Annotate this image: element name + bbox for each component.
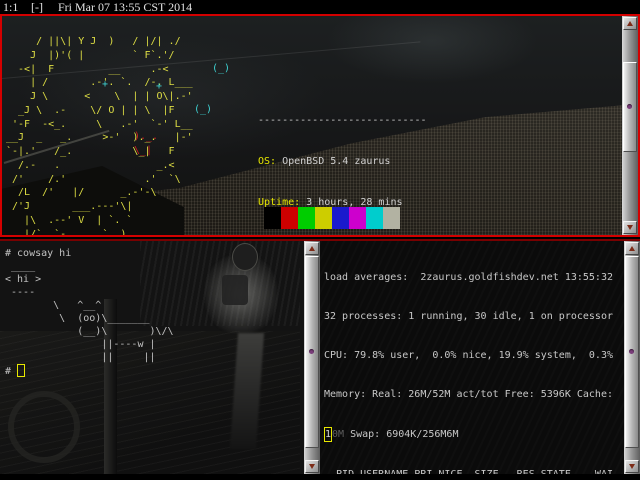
- system-info-line: OS: OpenBSD 5.4 zaurus: [258, 155, 601, 169]
- top-status-line: Memory: Real: 26M/52M act/tot Free: 5396…: [324, 389, 613, 400]
- pager-indicator[interactable]: 1:1: [3, 0, 18, 14]
- bubble-accent: (_): [212, 63, 231, 74]
- color-swatch: [366, 207, 383, 229]
- sparkle-accent: +: [102, 79, 109, 90]
- arrow-down-icon: [629, 464, 635, 469]
- scrollbar[interactable]: [304, 241, 320, 474]
- iconify-button[interactable]: [-]: [31, 0, 43, 14]
- prompt-text: #: [5, 366, 18, 377]
- figure-shirt-print-decor: [222, 275, 248, 305]
- dim-text: 0M: [332, 429, 345, 440]
- top-status-line: load averages: 2zaurus.goldfishdev.net 1…: [324, 272, 613, 283]
- machinery-decor: [8, 391, 80, 463]
- scrollbar-thumb[interactable]: [305, 256, 319, 448]
- color-swatch: [332, 207, 349, 229]
- info-divider: ----------------------------: [258, 114, 427, 126]
- info-label: OS:: [258, 155, 277, 167]
- top-output: load averages: 2zaurus.goldfishdev.net 1…: [324, 245, 613, 474]
- top-status-line: 32 processes: 1 running, 30 idle, 1 on p…: [324, 311, 613, 322]
- info-value: OpenBSD 5.4 zaurus: [276, 155, 391, 167]
- swap-text: Swap: 6904K/256M6M: [344, 429, 459, 440]
- top-status-line: 10M Swap: 6904K/256M6M: [324, 427, 613, 442]
- terminal-cursor: 1: [324, 427, 333, 442]
- color-swatch: [298, 207, 315, 229]
- terminal-color-palette: [264, 207, 400, 229]
- figure-head-decor: [232, 243, 258, 271]
- screenfetch-terminal-window[interactable]: / ||\| Y J ) / |/| ./ J |)'( | ` F`.'/ -…: [0, 14, 640, 237]
- scrollbar[interactable]: [624, 241, 640, 474]
- cowsay-terminal-window[interactable]: # cowsay hi ____ < hi > ---- \ ^__^ \ (o…: [0, 239, 320, 474]
- top-terminal-window[interactable]: load averages: 2zaurus.goldfishdev.net 1…: [320, 239, 640, 474]
- scrollbar-thumb[interactable]: [625, 256, 639, 448]
- arrow-down-icon: [309, 464, 315, 469]
- arrow-up-icon: [629, 246, 635, 251]
- bubble-accent: (_): [194, 104, 213, 115]
- terminal-cursor: [17, 364, 26, 377]
- scroll-down-button[interactable]: [625, 460, 639, 473]
- scrollbar-thumb[interactable]: [623, 62, 637, 152]
- color-swatch: [281, 207, 298, 229]
- arrow-down-icon: [627, 225, 633, 230]
- cowsay-output: # cowsay hi ____ < hi > ---- \ ^__^ \ (o…: [5, 248, 174, 363]
- taskbar: 1:1 [-] Fri Mar 07 13:55 CST 2014: [0, 0, 640, 14]
- scroll-up-button[interactable]: [305, 242, 319, 255]
- scroll-up-button[interactable]: [623, 17, 637, 30]
- openbsd-puffy-ascii-art: / ||\| Y J ) / |/| ./ J |)'( | ` F`.'/ -…: [6, 36, 193, 237]
- color-swatch: [315, 207, 332, 229]
- arrow-up-icon: [309, 246, 315, 251]
- scroll-down-button[interactable]: [623, 221, 637, 234]
- scroll-up-button[interactable]: [625, 242, 639, 255]
- sparkle-accent: +: [156, 81, 163, 92]
- red-art-accent: \_|: [134, 145, 153, 156]
- shell-prompt: #: [5, 364, 26, 378]
- red-art-accent: )._.: [134, 131, 159, 142]
- color-swatch: [349, 207, 366, 229]
- scrollbar[interactable]: [622, 16, 638, 235]
- arrow-up-icon: [627, 21, 633, 26]
- scroll-down-button[interactable]: [305, 460, 319, 473]
- color-swatch: [383, 207, 400, 229]
- color-swatch: [264, 207, 281, 229]
- process-table-header: PID USERNAME PRI NICE SIZE RES STATE WAI: [324, 468, 613, 474]
- clock: Fri Mar 07 13:55 CST 2014: [58, 0, 193, 14]
- desktop: 1:1 [-] Fri Mar 07 13:55 CST 2014 / ||\|…: [0, 0, 640, 480]
- top-status-line: CPU: 79.8% user, 0.0% nice, 19.9% system…: [324, 350, 613, 361]
